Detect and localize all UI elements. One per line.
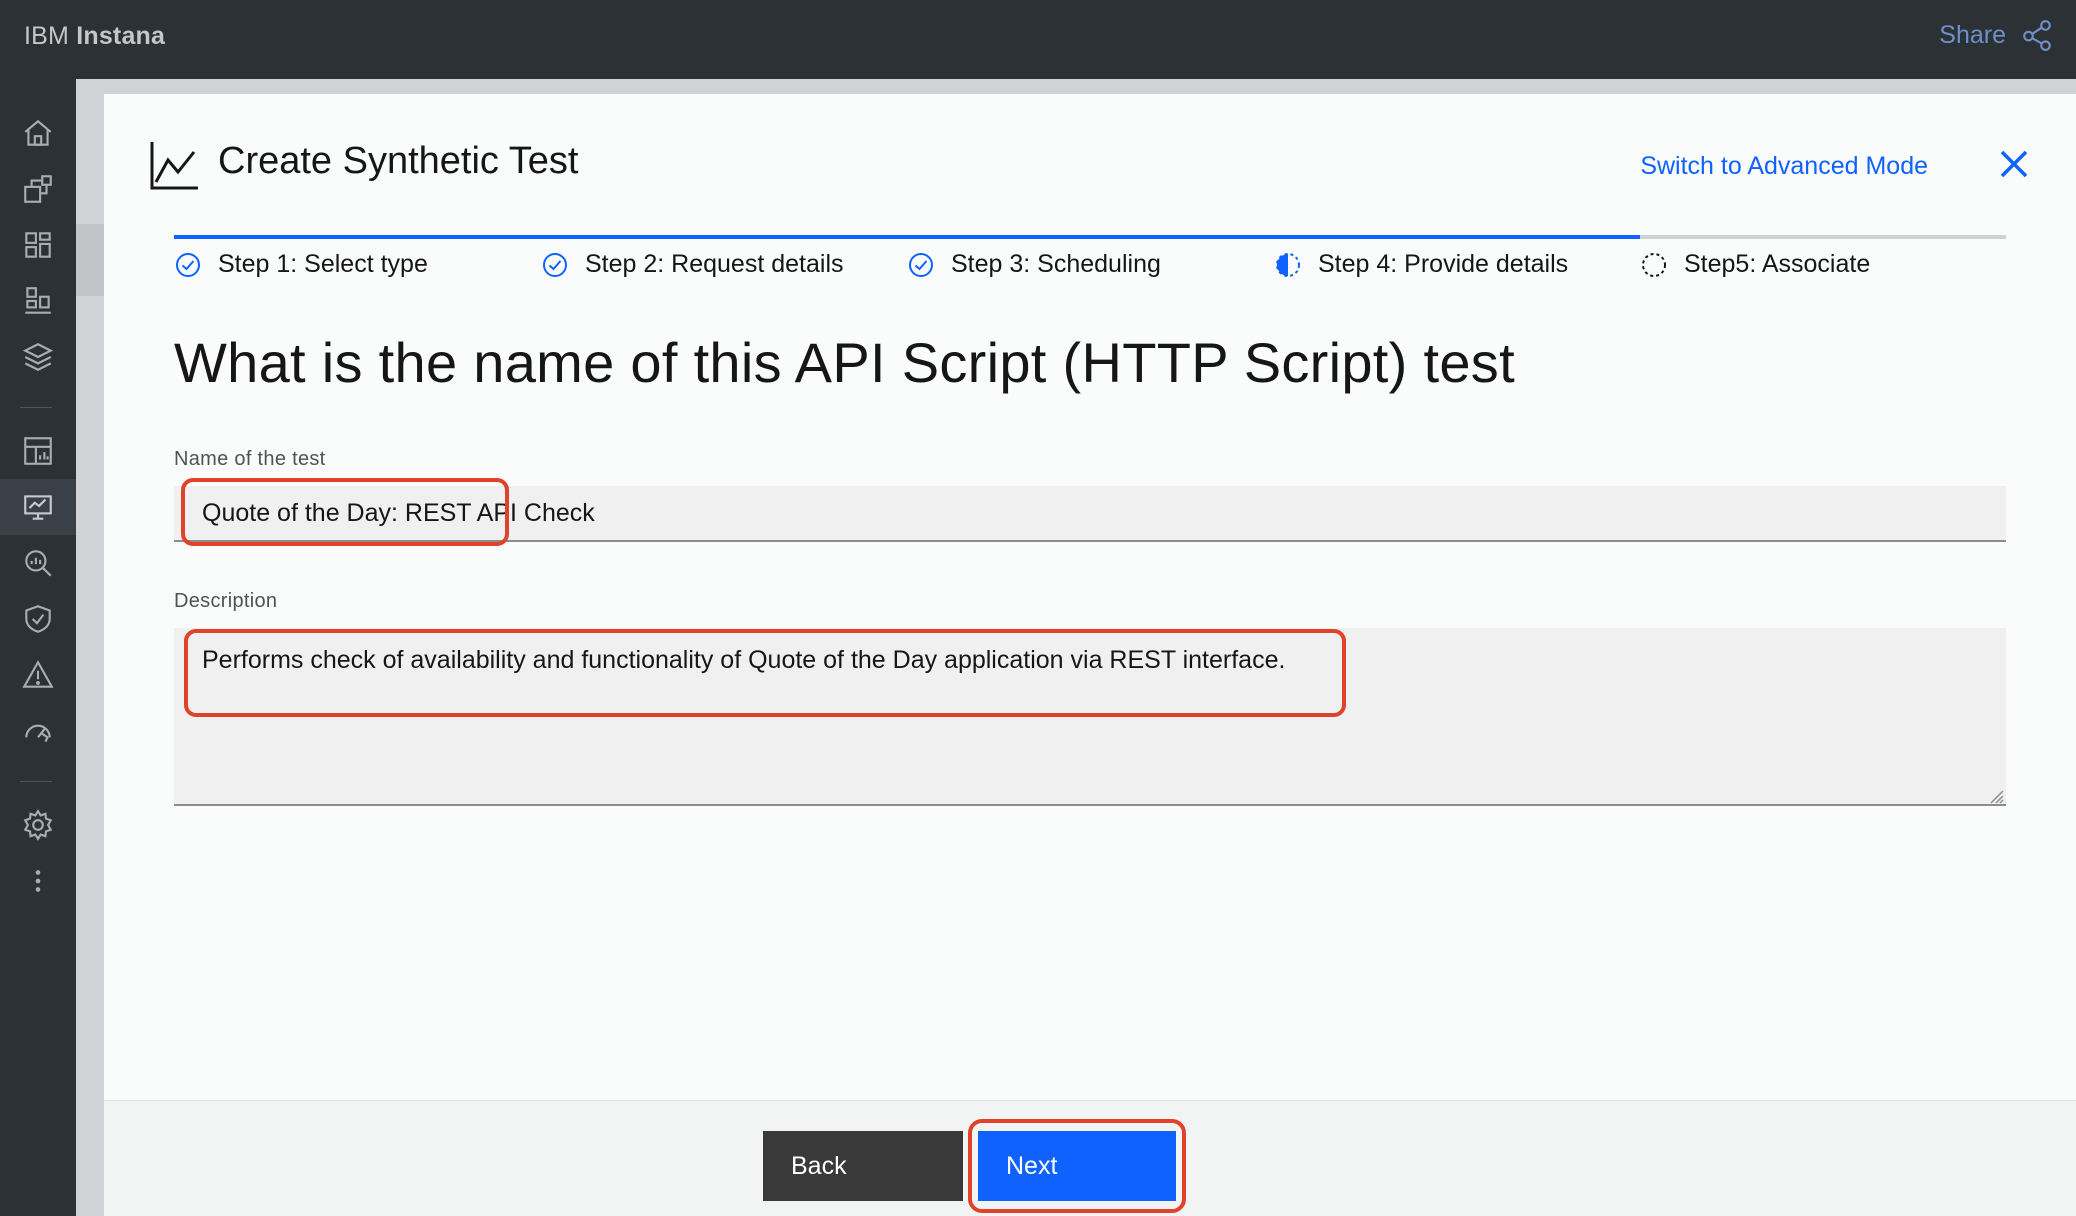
next-button[interactable]: Next [978,1131,1176,1201]
step-label: Step 4: Provide details [1318,250,1569,278]
step-associate[interactable]: Step5: Associate [1640,250,1870,279]
analytics-icon [25,550,52,577]
side-navigation [0,79,76,1216]
nav-home[interactable] [0,105,76,161]
step-label: Step 1: Select type [218,250,428,278]
dashboards-icon [24,437,52,465]
alerts-icon [22,660,54,688]
name-field-label: Name of the test [174,448,326,470]
brand-prefix: IBM [24,22,70,50]
nav-analytics[interactable] [0,535,76,591]
stack-icon [22,343,54,371]
step-label: Step5: Associate [1684,250,1871,278]
nav-dashboards[interactable] [0,423,76,479]
home-icon [24,119,52,146]
nav-platforms[interactable] [0,217,76,273]
share-label: Share [1939,20,2006,49]
infrastructure-icon [25,287,51,314]
description-textarea[interactable]: Performs check of availability and funct… [174,628,2006,806]
half-circle-icon [1276,252,1300,277]
settings-icon [23,809,53,841]
top-header: IBM Instana Share [0,0,2076,79]
create-synthetic-test-modal: Create Synthetic Test Switch to Advanced… [104,94,2076,1216]
nav-infrastructure[interactable] [0,273,76,329]
step-label: Step 3: Scheduling [951,250,1161,278]
switch-to-advanced-mode-link[interactable]: Switch to Advanced Mode [1640,152,1928,181]
checkmark-circle-icon [543,252,567,277]
nav-more[interactable] [0,853,76,909]
progress-fill [174,235,1640,239]
background-tab [76,224,104,296]
step-select-type[interactable]: Step 1: Select type [174,250,428,279]
nav-stack[interactable] [0,329,76,385]
nav-security[interactable] [0,591,76,647]
nav-divider [20,781,52,782]
progress-track [174,235,2006,239]
step-label: Step 2: Request details [585,250,844,278]
nav-applications[interactable] [0,161,76,217]
checkmark-circle-icon [176,252,200,277]
brand-name: Instana [76,22,166,50]
line-chart-icon [150,142,198,190]
nav-divider [20,407,52,408]
nav-alerts[interactable] [0,647,76,703]
security-icon [25,605,51,633]
modal-footer: Back Next [104,1100,2076,1216]
share-button[interactable]: Share [1939,18,2054,52]
performance-icon [25,724,51,743]
checkmark-circle-icon [909,252,933,277]
nav-synthetic-monitoring[interactable] [0,479,76,535]
modal-title: Create Synthetic Test [218,140,579,182]
nav-performance[interactable] [0,703,76,759]
resize-handle-icon[interactable] [1988,788,2004,804]
page-question-heading: What is the name of this API Script (HTT… [174,331,1515,394]
synthetic-monitoring-icon [24,495,52,520]
close-icon[interactable] [1992,142,2036,186]
step-scheduling[interactable]: Step 3: Scheduling [907,250,1161,279]
platforms-icon [25,232,51,258]
step-provide-details[interactable]: Step 4: Provide details [1274,250,1568,279]
share-icon [2023,20,2051,51]
description-field-label: Description [174,590,278,612]
test-name-input[interactable] [174,486,2006,542]
step-request-details[interactable]: Step 2: Request details [541,250,844,279]
nav-settings[interactable] [0,797,76,853]
applications-icon [24,175,52,203]
brand-logo[interactable]: IBM Instana [24,22,165,51]
dashed-circle-icon [1642,252,1666,277]
more-icon [35,870,41,892]
back-button[interactable]: Back [763,1131,963,1201]
